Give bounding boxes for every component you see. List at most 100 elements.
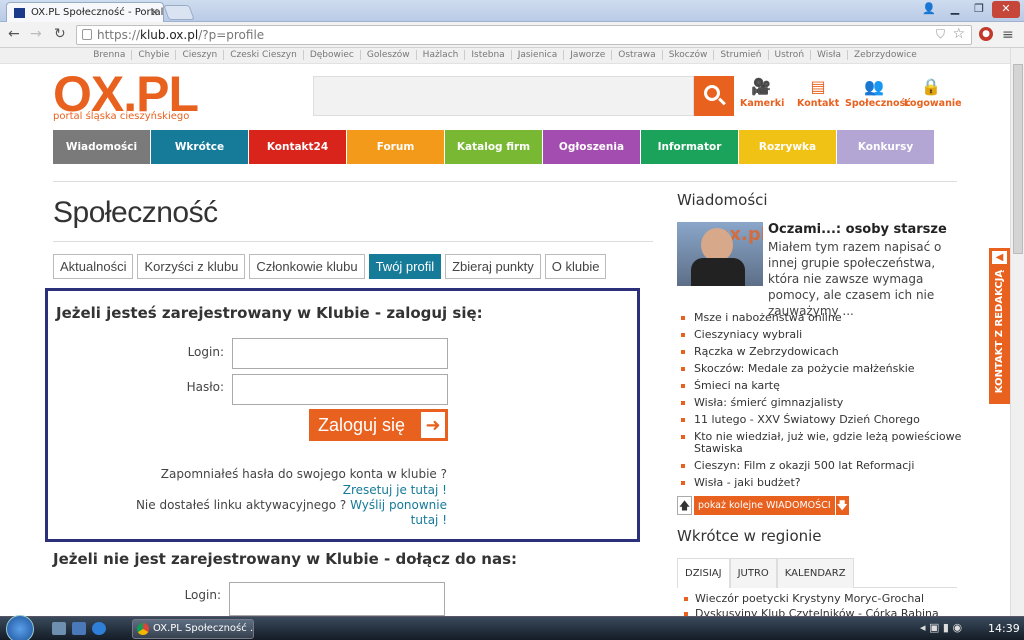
town-link[interactable]: Jasienica bbox=[511, 50, 565, 60]
town-link[interactable]: Ostrawa bbox=[612, 50, 663, 60]
join-login-input[interactable] bbox=[229, 582, 445, 616]
explorer-icon[interactable] bbox=[72, 622, 86, 635]
news-item[interactable]: Skoczów: Medale za pożycie małżeńskie bbox=[678, 361, 968, 378]
resend-link[interactable]: Wyślij ponownie bbox=[350, 498, 447, 512]
town-link[interactable]: Cieszyn bbox=[176, 50, 225, 60]
main-menu-item[interactable]: Katalog firm bbox=[445, 130, 542, 164]
extension-icon[interactable]: ● bbox=[979, 27, 993, 41]
lock-icon bbox=[82, 29, 92, 40]
town-link[interactable]: Istebna bbox=[465, 50, 512, 60]
user-icon[interactable]: 👤 bbox=[918, 1, 940, 18]
search-button[interactable] bbox=[694, 76, 734, 116]
resend-link-cont[interactable]: tutaj ! bbox=[411, 513, 447, 527]
document-icon: ▤ bbox=[810, 77, 826, 96]
more-news-label[interactable]: pokaż kolejne WIADOMOŚCI bbox=[694, 496, 835, 515]
region-item[interactable]: Wieczór poetycki Krystyny Moryc-Grochal bbox=[681, 591, 961, 606]
login-input[interactable] bbox=[232, 338, 448, 369]
tab-item[interactable]: Aktualności bbox=[53, 254, 134, 279]
tab-item[interactable]: O klubie bbox=[544, 254, 607, 279]
town-link[interactable]: Czeski Cieszyn bbox=[224, 50, 304, 60]
header-link-logowanie[interactable]: 🔒 Logowanie bbox=[904, 78, 962, 110]
arrow-up-icon[interactable]: 🡅 bbox=[677, 496, 692, 515]
shield-icon[interactable]: ⛉ bbox=[936, 27, 945, 42]
contact-editor-label: KONTAKT Z REDAKCJĄ bbox=[994, 269, 1005, 394]
more-news-button[interactable]: 🡅 pokaż kolejne WIADOMOŚCI 🡇 bbox=[677, 496, 849, 515]
start-button[interactable] bbox=[6, 615, 34, 640]
close-window-button[interactable]: ✕ bbox=[992, 1, 1020, 18]
header-link-kontakt[interactable]: ▤ Kontakt bbox=[797, 77, 839, 110]
close-tab-icon[interactable]: ✕ bbox=[150, 6, 159, 19]
new-tab-button[interactable] bbox=[163, 5, 195, 20]
region-tab[interactable]: DZISIAJ bbox=[677, 558, 730, 588]
system-tray[interactable]: ◂ ▣ ▮ ◉ bbox=[920, 621, 962, 634]
forward-arrow-icon[interactable]: → bbox=[30, 26, 42, 42]
town-link[interactable]: Dębowiec bbox=[303, 50, 361, 60]
town-link[interactable]: Strumień bbox=[714, 50, 769, 60]
site-logo[interactable]: OX.PL bbox=[53, 69, 199, 119]
town-link[interactable]: Brenna bbox=[87, 50, 133, 60]
search-input[interactable] bbox=[313, 76, 694, 116]
news-list: Msze i nabożeństwa online Cieszyniacy wyb… bbox=[678, 310, 968, 492]
password-input[interactable] bbox=[232, 374, 448, 405]
tab-item[interactable]: Twój profil bbox=[368, 254, 442, 279]
main-menu-item[interactable]: Konkursy bbox=[837, 130, 934, 164]
clock[interactable]: 14:39 bbox=[988, 622, 1020, 635]
town-link[interactable]: Goleszów bbox=[360, 50, 417, 60]
show-desktop-icon[interactable] bbox=[52, 622, 66, 635]
people-icon: 👥 bbox=[864, 77, 884, 96]
minimize-button[interactable]: ▁ bbox=[944, 1, 966, 18]
back-arrow-icon[interactable]: ← bbox=[8, 26, 20, 42]
news-item[interactable]: Kto nie wiedział, już wie, gdzie leżą po… bbox=[678, 429, 968, 458]
town-link[interactable]: Skoczów bbox=[662, 50, 715, 60]
main-menu-item[interactable]: Rozrywka bbox=[739, 130, 836, 164]
town-link[interactable]: Jaworze bbox=[564, 50, 613, 60]
arrow-left-icon: ◀ bbox=[992, 251, 1007, 264]
bookmark-star-icon[interactable]: ☆ bbox=[952, 26, 965, 42]
main-menu-item[interactable]: Kontakt24 bbox=[249, 130, 346, 164]
news-item[interactable]: Wisła - jaki budżet? bbox=[678, 475, 968, 492]
header-link-spolecznosc[interactable]: 👥 Społeczność bbox=[845, 77, 911, 110]
tab-item[interactable]: Korzyści z klubu bbox=[137, 254, 246, 279]
header-link-kamerki[interactable]: 🎥 Kamerki bbox=[740, 78, 784, 110]
region-tab[interactable]: JUTRO bbox=[729, 558, 777, 588]
news-item[interactable]: Cieszyniacy wybrali bbox=[678, 327, 968, 344]
news-item[interactable]: 11 lutego - XXV Światowy Dzień Chorego bbox=[678, 412, 968, 429]
news-item[interactable]: Rączka w Zebrzydowicach bbox=[678, 344, 968, 361]
town-link[interactable]: Hażlach bbox=[416, 50, 466, 60]
tab-item[interactable]: Zbieraj punkty bbox=[445, 254, 541, 279]
news-item[interactable]: Msze i nabożeństwa online bbox=[678, 310, 968, 327]
town-link[interactable]: Zebrzydowice bbox=[848, 50, 923, 60]
browser-tab[interactable]: OX.PL Społeczność - Portal ✕ bbox=[6, 2, 164, 22]
tab-title: OX.PL Społeczność - Portal bbox=[31, 7, 164, 18]
main-menu-item[interactable]: Forum bbox=[347, 130, 444, 164]
contact-editor-tab[interactable]: ◀ KONTAKT Z REDAKCJĄ bbox=[989, 248, 1010, 404]
scrollbar-thumb[interactable] bbox=[1013, 64, 1023, 254]
featured-news-image[interactable]: ox.pl bbox=[677, 222, 763, 286]
news-item[interactable]: Cieszyn: Film z okazji 500 lat Reformacj… bbox=[678, 458, 968, 475]
news-item[interactable]: Śmieci na kartę bbox=[678, 378, 968, 395]
main-menu-item[interactable]: Informator bbox=[641, 130, 738, 164]
main-menu-item[interactable]: Wiadomości bbox=[53, 130, 150, 164]
taskbar-chrome-window[interactable]: OX.PL Społeczność ... bbox=[132, 619, 254, 639]
town-link[interactable]: Chybie bbox=[132, 50, 177, 60]
news-item[interactable]: Wisła: śmierć gimnazjalisty bbox=[678, 395, 968, 412]
region-tab[interactable]: KALENDARZ bbox=[776, 558, 854, 588]
reset-password-link[interactable]: Zresetuj je tutaj ! bbox=[343, 483, 447, 497]
town-link[interactable]: Wisła bbox=[811, 50, 848, 60]
tab-item[interactable]: Członkowie klubu bbox=[249, 254, 365, 279]
profile-tabs: Aktualności Korzyści z klubu Członkowie kl… bbox=[53, 254, 610, 279]
ie-icon[interactable] bbox=[92, 622, 106, 635]
scrollbar[interactable] bbox=[1010, 48, 1024, 616]
maximize-button[interactable]: ❐ bbox=[968, 1, 990, 18]
main-menu-item[interactable]: Ogłoszenia bbox=[543, 130, 640, 164]
login-button[interactable]: Zaloguj się ➜ bbox=[309, 409, 448, 441]
reload-icon[interactable]: ↻ bbox=[54, 26, 66, 42]
menu-icon[interactable]: ≡ bbox=[1002, 27, 1014, 43]
town-link[interactable]: Ustroń bbox=[768, 50, 812, 60]
login-heading: Jeżeli jesteś zarejestrowany w Klubie - … bbox=[56, 304, 483, 322]
url-host: klub.ox.pl bbox=[140, 28, 199, 42]
arrow-down-icon[interactable]: 🡇 bbox=[834, 496, 849, 515]
main-menu-item[interactable]: Wkrótce bbox=[151, 130, 248, 164]
featured-news-title[interactable]: Oczami...: osoby starsze bbox=[768, 222, 947, 237]
address-bar[interactable]: https://klub.ox.pl/?p=profile ⛉ ☆ bbox=[76, 25, 972, 45]
